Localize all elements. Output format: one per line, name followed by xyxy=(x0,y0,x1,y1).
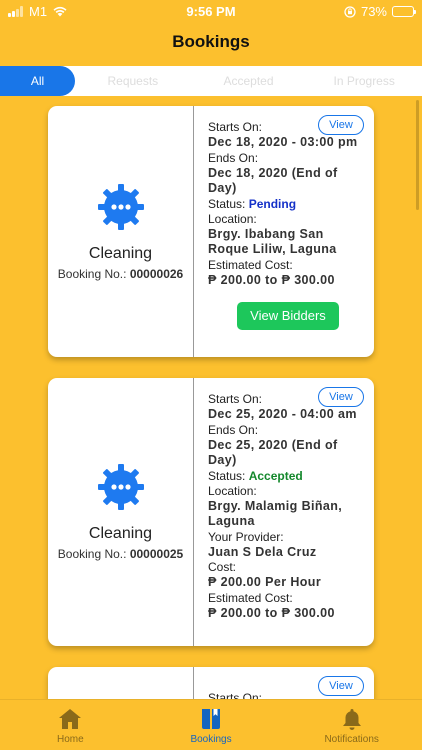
nav-home-label: Home xyxy=(56,734,84,745)
service-gear-icon xyxy=(97,464,144,510)
tab-all[interactable]: All xyxy=(0,66,75,96)
cost-label: Cost: xyxy=(208,560,237,574)
service-name: Cleaning xyxy=(88,244,153,262)
page-title: Bookings xyxy=(172,32,250,51)
cost-value: ₱ 200.00 Per Hour xyxy=(208,575,322,589)
nav-home[interactable]: Home xyxy=(0,700,141,750)
estimated-cost-label: Estimated Cost: xyxy=(208,590,293,605)
scrollbar[interactable] xyxy=(416,100,419,210)
status-row: Status: Pending xyxy=(208,197,368,212)
booking-number-label: Booking No.: xyxy=(57,266,127,281)
booking-list[interactable]: Cleaning Booking No.: 00000026 View Star… xyxy=(0,96,422,699)
filter-tabs: All Requests Accepted In Progress xyxy=(0,66,422,96)
view-button[interactable]: View xyxy=(318,115,364,135)
booking-summary: Cleaning Booking No.: 00000025 xyxy=(48,378,194,646)
service-gear-icon xyxy=(97,183,144,230)
booking-card: View Starts On: xyxy=(48,667,374,699)
ends-on-value: Dec 25, 2020 (End of Day) xyxy=(208,437,338,468)
book-icon xyxy=(202,709,220,729)
bell-icon xyxy=(342,709,361,730)
booking-number-label: Booking No.: xyxy=(57,547,127,561)
battery-percent: 73% xyxy=(360,4,387,19)
booking-summary xyxy=(48,667,194,699)
location-label: Location: xyxy=(208,483,257,498)
view-button[interactable]: View xyxy=(318,387,364,407)
estimated-cost-value: ₱ 200.00 to ₱ 300.00 xyxy=(208,272,335,287)
location-label: Location: xyxy=(208,211,257,226)
tab-in-progress[interactable]: In Progress xyxy=(306,66,422,96)
status-bar: M1 9:56 PM 73% xyxy=(0,0,422,24)
booking-summary: Cleaning Booking No.: 00000026 xyxy=(48,106,194,357)
status-badge: Accepted xyxy=(248,468,303,483)
battery-icon xyxy=(392,6,416,17)
status-row: Status: Accepted xyxy=(208,469,368,484)
status-label: Status: xyxy=(208,196,246,211)
booking-card: Cleaning Booking No.: 00000025 View Star… xyxy=(48,378,374,646)
ends-on-label: Ends On: xyxy=(208,150,259,165)
starts-on-value: Dec 18, 2020 - 03:00 pm xyxy=(208,135,358,149)
booking-number: Booking No.: 00000026 xyxy=(58,267,183,281)
booking-card: Cleaning Booking No.: 00000026 View Star… xyxy=(48,106,374,357)
provider-label: Your Provider: xyxy=(208,529,284,544)
status-label: Status: xyxy=(208,468,246,483)
estimated-cost-label: Estimated Cost: xyxy=(208,257,293,272)
location-value: Brgy. Ibabang San Roque Liliw, Laguna xyxy=(208,226,337,257)
booking-number-value: 00000025 xyxy=(129,547,184,561)
nav-bookings-label: Bookings xyxy=(190,734,232,745)
status-right: 73% xyxy=(344,4,416,19)
tab-accepted[interactable]: Accepted xyxy=(191,66,307,96)
service-name: Cleaning xyxy=(88,525,153,542)
home-icon xyxy=(59,709,82,729)
bottom-nav: Home Bookings Notifications xyxy=(0,699,422,750)
booking-number-value: 00000026 xyxy=(129,266,184,281)
nav-notifications[interactable]: Notifications xyxy=(281,700,422,750)
booking-details: View Starts On: Dec 18, 2020 - 03:00 pm … xyxy=(194,106,374,357)
provider-value: Juan S Dela Cruz xyxy=(208,544,317,559)
status-badge: Pending xyxy=(248,196,297,211)
ends-on-label: Ends On: xyxy=(208,422,259,437)
view-bidders-button[interactable]: View Bidders xyxy=(237,302,339,330)
ends-on-value: Dec 18, 2020 (End of Day) xyxy=(208,165,338,196)
orientation-lock-icon xyxy=(344,5,356,18)
nav-bookings[interactable]: Bookings xyxy=(141,700,282,750)
view-button[interactable]: View xyxy=(318,676,364,696)
booking-details: View Starts On: Dec 25, 2020 - 04:00 am … xyxy=(194,378,374,646)
nav-notifications-label: Notifications xyxy=(324,734,379,745)
booking-number: Booking No.: 00000025 xyxy=(58,547,183,561)
starts-on-value: Dec 25, 2020 - 04:00 am xyxy=(208,407,357,421)
estimated-cost-value: ₱ 200.00 to ₱ 300.00 xyxy=(208,605,335,620)
booking-details: View Starts On: xyxy=(194,667,374,699)
tab-requests[interactable]: Requests xyxy=(75,66,191,96)
location-value: Brgy. Malamig Biñan, Laguna xyxy=(208,498,343,529)
